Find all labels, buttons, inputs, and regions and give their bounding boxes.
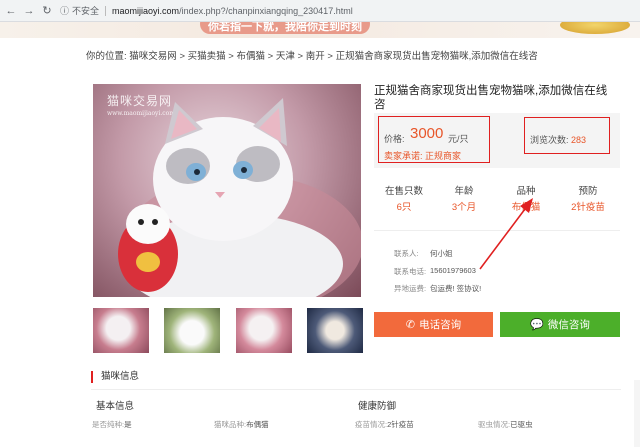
attr-purebred: 是否纯种:是 — [92, 419, 132, 430]
contact-label: 联系电话: — [394, 267, 427, 276]
contact-label: 联系人: — [394, 249, 419, 258]
arrow-left-icon: ← — [5, 4, 17, 17]
attr-value: 布偶猫 — [246, 420, 269, 429]
banner-slogan: 你若指一下就，我陪你走到时刻 — [200, 22, 370, 34]
breadcrumb-separator: > — [179, 51, 185, 62]
breadcrumb-separator: > — [267, 51, 274, 62]
contact-value: 何小姐 — [430, 249, 453, 258]
back-button[interactable]: ← — [4, 4, 18, 18]
attr-vaccine: 疫苗情况:2针疫苗 — [355, 419, 414, 430]
arrow-right-icon: → — [23, 4, 35, 17]
view-count: 浏览次数: 283 — [530, 133, 586, 146]
stat-value: 6只 — [396, 202, 412, 213]
breadcrumb-prefix: 你的位置: — [86, 51, 127, 62]
reload-button[interactable]: ↻ — [40, 4, 54, 18]
thumbnail-3[interactable] — [236, 308, 292, 353]
thumbnail-4[interactable] — [307, 308, 363, 353]
banner-decoration — [560, 22, 630, 34]
seller-promise: 卖家承诺: 正规商家 — [384, 151, 462, 161]
stat-label: 在售只数 — [384, 186, 423, 197]
divider — [91, 389, 621, 390]
url-host: maomijiaoyi.com — [112, 5, 180, 16]
contact-value[interactable]: 15601979603 — [430, 266, 476, 275]
security-status: 不安全 — [72, 6, 100, 16]
section-title: 猫咪信息 — [91, 371, 139, 383]
breadcrumb-item[interactable]: 买猫卖猫 — [188, 51, 226, 62]
price-unit: 元/只 — [448, 134, 469, 144]
shipping-row: 异地运费: 包运费! 签协议! — [394, 283, 481, 294]
contact-phone-row: 联系电话: 15601979603 — [394, 266, 476, 277]
breadcrumb-item[interactable]: 天津 — [276, 51, 295, 62]
wechat-icon: 💬 — [530, 319, 544, 331]
divider — [105, 5, 107, 16]
stat-vaccine: 预防 2针疫苗 — [558, 183, 618, 213]
stat-label: 预防 — [578, 186, 598, 197]
stat-stock: 在售只数 6只 — [374, 183, 434, 213]
views-value: 283 — [571, 135, 587, 145]
attr-label: 驱虫情况: — [478, 420, 511, 429]
top-banner[interactable]: 你若指一下就，我陪你走到时刻 — [0, 22, 640, 38]
url-text: maomijiaoyi.com/index.php?/chanpinxiangq… — [112, 6, 353, 16]
phone-button-label: 电话咨询 — [419, 319, 462, 331]
reload-icon: ↻ — [42, 5, 52, 17]
cat-illustration — [118, 98, 361, 297]
stat-value: 2针疫苗 — [571, 202, 605, 213]
thumbnail-1[interactable] — [93, 308, 149, 353]
attr-value: 已驱虫 — [510, 420, 533, 429]
breadcrumb: 你的位置: 猫咪交易网 > 买猫卖猫 > 布偶猫 > 天津 > 南开 > 正规猫… — [86, 48, 538, 62]
price-value: 3000 — [410, 125, 444, 142]
attr-value: 是 — [124, 420, 132, 429]
breadcrumb-item[interactable]: 布偶猫 — [237, 51, 266, 62]
info-icon: ⓘ — [60, 6, 70, 16]
contact-label: 异地运费: — [394, 284, 427, 293]
breadcrumb-item[interactable]: 南开 — [306, 51, 325, 62]
breadcrumb-separator: > — [228, 51, 234, 62]
breadcrumb-separator: > — [297, 51, 304, 62]
main-product-photo[interactable]: 猫咪交易网 www.maomijiaoyi.com — [93, 84, 361, 297]
breadcrumb-item[interactable]: 猫咪交易网 — [129, 51, 177, 62]
address-bar[interactable]: ⓘ 不安全 maomijiaoyi.com/index.php?/chanpin… — [60, 3, 353, 19]
url-path: /index.php?/chanpinxiangqing_230417.html — [179, 5, 353, 16]
contact-value: 包运费! 签协议! — [430, 284, 482, 293]
price-label: 价格: — [384, 134, 405, 144]
attr-label: 是否纯种: — [92, 420, 125, 429]
scrollbar[interactable] — [634, 380, 640, 447]
attr-value: 2针疫苗 — [387, 420, 414, 429]
forward-button[interactable]: → — [22, 4, 36, 18]
basic-info-title: 基本信息 — [96, 401, 135, 412]
annotation-arrow — [479, 198, 533, 270]
breadcrumb-separator: > — [327, 51, 333, 62]
views-label: 浏览次数: — [530, 135, 569, 145]
thumbnail-strip — [93, 308, 363, 353]
wechat-button-label: 微信咨询 — [547, 319, 590, 331]
health-title: 健康防御 — [358, 401, 397, 412]
product-title: 正规猫舍商家现货出售宠物猫咪,添加微信在线咨 — [374, 85, 608, 111]
browser-toolbar: ← → ↻ ⓘ 不安全 maomijiaoyi.com/index.php?/c… — [0, 0, 640, 22]
attr-breed: 猫咪品种:布偶猫 — [214, 419, 269, 430]
wechat-consult-button[interactable]: 💬 微信咨询 — [500, 312, 620, 337]
phone-icon: ✆ — [405, 319, 416, 331]
breadcrumb-current: 正规猫舍商家现货出售宠物猫咪,添加微信在线咨 — [335, 51, 538, 62]
contact-person-row: 联系人: 何小姐 — [394, 248, 453, 259]
attr-label: 猫咪品种: — [214, 420, 247, 429]
attr-label: 疫苗情况: — [355, 420, 388, 429]
attr-deworm: 驱虫情况:已驱虫 — [478, 419, 533, 430]
thumbnail-2[interactable] — [164, 308, 220, 353]
phone-consult-button[interactable]: ✆ 电话咨询 — [374, 312, 493, 337]
